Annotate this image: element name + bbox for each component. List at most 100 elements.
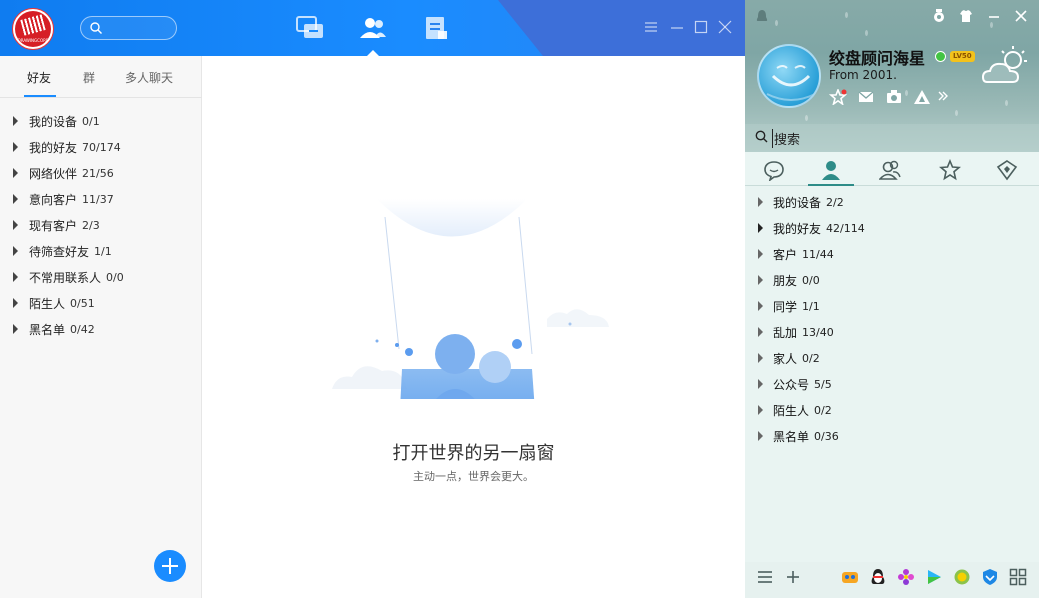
expand-arrow-icon [758, 353, 763, 363]
qq-main-window: 绞盘顾问海星 LV50 From 2001. 搜索 我的设备 2/2 我的好友 … [745, 0, 1039, 598]
level-badge[interactable]: LV50 [950, 51, 975, 62]
minimize-icon[interactable] [987, 9, 1001, 23]
expand-arrow-icon [758, 223, 763, 233]
list-item[interactable]: 待筛查好友 1/1 [0, 238, 202, 264]
active-tab-underline [24, 95, 56, 97]
close-icon[interactable] [1014, 9, 1028, 23]
user-avatar[interactable] [757, 44, 821, 108]
close-icon[interactable] [717, 19, 733, 35]
expand-arrow-icon [13, 194, 18, 204]
list-item[interactable]: 公众号 5/5 [745, 371, 1039, 397]
maximize-icon[interactable] [693, 19, 709, 35]
coin-icon[interactable] [953, 568, 971, 586]
list-item[interactable]: 黑名单 0/36 [745, 423, 1039, 449]
search-input-text: 搜索 [772, 129, 800, 148]
skin-shirt-icon[interactable] [959, 9, 973, 23]
video-play-icon[interactable] [925, 568, 943, 586]
expand-arrow-icon [758, 431, 763, 441]
expand-arrow-icon [758, 327, 763, 337]
triangle-app-icon[interactable] [913, 89, 931, 105]
tab-multi-chat[interactable]: 多人聊天 [125, 69, 173, 86]
group-icon[interactable] [879, 159, 901, 181]
photo-album-icon[interactable] [885, 89, 903, 105]
document-icon[interactable] [421, 14, 451, 42]
list-item[interactable]: 家人 0/2 [745, 345, 1039, 371]
expand-arrow-icon [13, 246, 18, 256]
list-item[interactable]: 我的好友 42/114 [745, 215, 1039, 241]
user-avatar[interactable]: DRAWINGCORP [12, 8, 54, 50]
medal-icon[interactable] [932, 9, 946, 23]
search-icon [90, 22, 102, 34]
menu-icon[interactable] [756, 568, 774, 586]
list-item[interactable]: 现有客户 2/3 [0, 212, 202, 238]
flower-icon[interactable] [897, 568, 915, 586]
game-icon[interactable] [841, 568, 859, 586]
search-input[interactable] [80, 16, 177, 40]
more-chevron-icon[interactable] [937, 90, 949, 102]
expand-arrow-icon [758, 275, 763, 285]
expand-arrow-icon [13, 298, 18, 308]
list-item[interactable]: 陌生人 0/51 [0, 290, 202, 316]
search-input[interactable]: 搜索 [745, 124, 1039, 150]
expand-arrow-icon [758, 301, 763, 311]
list-item[interactable]: 同学 1/1 [745, 293, 1039, 319]
list-item[interactable]: 我的设备 0/1 [0, 108, 202, 134]
list-item[interactable]: 意向客户 11/37 [0, 186, 202, 212]
chat-bubble-icon[interactable] [763, 159, 785, 181]
tab-groups[interactable]: 群 [83, 69, 95, 86]
expand-arrow-icon [13, 116, 18, 126]
qq-penguin-icon[interactable] [755, 9, 769, 23]
add-contact-button[interactable] [154, 550, 186, 582]
list-item[interactable]: 不常用联系人 0/0 [0, 264, 202, 290]
list-item[interactable]: 我的好友 70/174 [0, 134, 202, 160]
active-tab-underline [808, 184, 854, 186]
expand-arrow-icon [13, 142, 18, 152]
list-item[interactable]: 我的设备 2/2 [745, 189, 1039, 215]
list-item[interactable]: 乱加 13/40 [745, 319, 1039, 345]
contact-icon[interactable] [820, 159, 842, 181]
weather-cloud-sun-icon[interactable] [981, 44, 1029, 86]
friend-group-list: 我的设备 0/1 我的好友 70/174 网络伙伴 21/56 意向客户 11/37 现… [0, 108, 202, 342]
empty-state-area: 打开世界的另一扇窗 主动一点，世界会更大。 [202, 56, 745, 598]
list-item[interactable]: 朋友 0/0 [745, 267, 1039, 293]
empty-state-title: 打开世界的另一扇窗 [392, 443, 555, 464]
expand-arrow-icon [758, 405, 763, 415]
contacts-panel: 好友 群 多人聊天 我的设备 0/1 我的好友 70/174 网络伙伴 21/56 意… [0, 56, 202, 598]
expand-arrow-icon [758, 249, 763, 259]
expand-arrow-icon [758, 197, 763, 207]
user-signature[interactable]: From 2001. [829, 68, 897, 82]
menu-icon[interactable] [643, 19, 659, 35]
friend-group-list: 我的设备 2/2 我的好友 42/114 客户 11/44 朋友 0/0 同学 1/1 乱… [745, 189, 1039, 449]
empty-state-subtitle: 主动一点，世界会更大。 [413, 470, 534, 483]
list-item[interactable]: 黑名单 0/42 [0, 316, 202, 342]
star-icon[interactable] [939, 159, 961, 181]
shield-icon[interactable] [981, 568, 999, 586]
tab-friends[interactable]: 好友 [27, 69, 51, 86]
expand-arrow-icon [13, 324, 18, 334]
expand-arrow-icon [13, 272, 18, 282]
list-item[interactable]: 网络伙伴 21/56 [0, 160, 202, 186]
apps-grid-icon[interactable] [1009, 568, 1027, 586]
expand-arrow-icon [13, 220, 18, 230]
top-bar: DRAWINGCORP [0, 0, 745, 56]
expand-arrow-icon [758, 379, 763, 389]
main-tabs [745, 152, 1039, 186]
balloon-illustration [332, 199, 609, 399]
avatar-text: DRAWINGCORP [17, 38, 49, 43]
left-main-window: DRAWINGCORP 好友 群 多人聊天 我的设备 0/1 我的好友 70/1… [0, 0, 745, 598]
user-nickname[interactable]: 绞盘顾问海星 [829, 45, 925, 69]
online-status-icon[interactable] [935, 51, 946, 62]
contacts-icon[interactable] [358, 14, 388, 42]
minimize-icon[interactable] [669, 19, 685, 35]
contact-tabs: 好友 群 多人聊天 [0, 56, 202, 98]
add-icon[interactable] [784, 568, 802, 586]
list-item[interactable]: 陌生人 0/2 [745, 397, 1039, 423]
star-favorite-icon[interactable] [829, 89, 847, 105]
search-icon [755, 130, 768, 143]
list-item[interactable]: 客户 11/44 [745, 241, 1039, 267]
mail-icon[interactable] [857, 89, 875, 105]
expand-arrow-icon [13, 168, 18, 178]
penguin-icon[interactable] [869, 568, 887, 586]
chat-bubbles-icon[interactable] [295, 14, 325, 42]
diamond-icon[interactable] [996, 159, 1018, 181]
